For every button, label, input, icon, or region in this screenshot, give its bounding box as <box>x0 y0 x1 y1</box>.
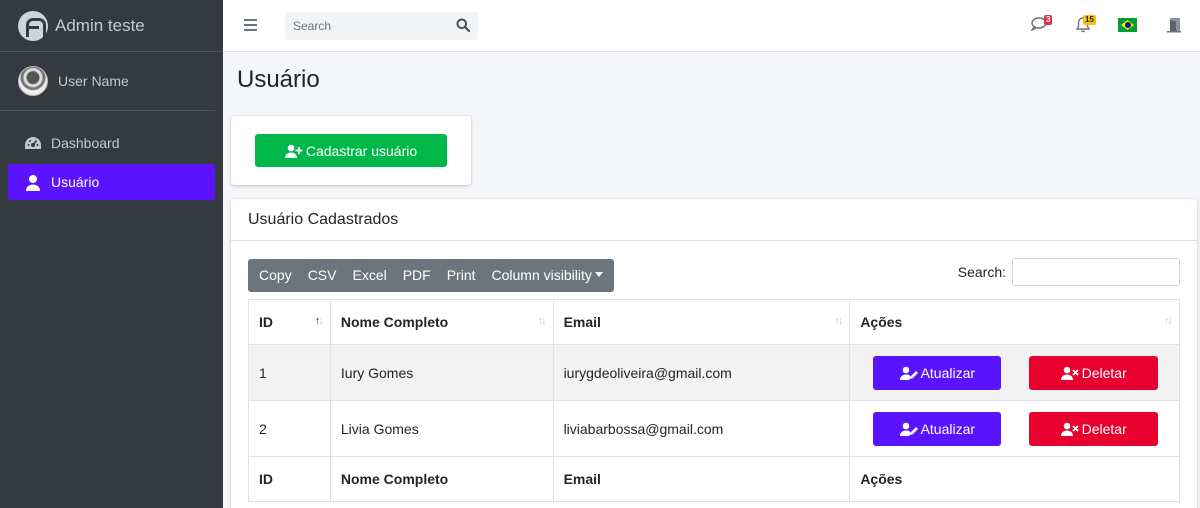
cell-actions: Atualizar Deletar <box>849 400 1180 457</box>
caret-down-icon <box>594 272 603 278</box>
column-visibility-button[interactable]: Column visibility <box>484 259 611 292</box>
column-header-id[interactable]: ID ↑↓ <box>248 299 331 345</box>
user-icon <box>24 173 42 191</box>
update-button[interactable]: Atualizar <box>873 355 1002 390</box>
table-search-label: Search: <box>957 264 1006 280</box>
user-times-icon <box>1060 422 1079 436</box>
column-header-label: ID <box>259 314 273 330</box>
cell-id: 1 <box>248 344 331 401</box>
user-name: User Name <box>58 73 129 89</box>
footer-header-email: Email <box>552 456 851 502</box>
column-header-acoes[interactable]: Ações ↑↓ <box>849 299 1180 345</box>
column-header-email[interactable]: Email ↑↓ <box>552 299 851 345</box>
notifications-button[interactable]: 15 <box>1075 15 1096 36</box>
navbar-search <box>285 12 478 40</box>
brazil-flag-icon[interactable] <box>1118 18 1137 32</box>
tachometer-icon <box>24 134 42 152</box>
add-user-label: Cadastrar usuário <box>305 142 418 159</box>
print-button[interactable]: Print <box>439 259 484 292</box>
logout-button[interactable] <box>1166 17 1182 36</box>
sort-icon: ↑↓ <box>537 315 547 327</box>
column-visibility-label: Column visibility <box>491 267 592 283</box>
brand-link[interactable]: Admin teste <box>0 0 223 52</box>
user-edit-icon <box>899 366 918 380</box>
users-table-card: Usuário Cadastrados Copy CSV Excel PDF P… <box>231 199 1197 508</box>
delete-button[interactable]: Deletar <box>1029 355 1159 390</box>
sort-icon: ↑↓ <box>834 315 843 327</box>
user-plus-icon <box>284 144 303 158</box>
sidebar-nav: Dashboard Usuário <box>0 111 223 200</box>
brand-logo-icon <box>18 10 48 41</box>
cell-email: iurygdeoliveira@gmail.com <box>552 344 851 401</box>
update-button[interactable]: Atualizar <box>873 411 1002 446</box>
sidebar-item-label: Dashboard <box>51 135 120 151</box>
footer-header-id: ID <box>248 456 331 502</box>
card-title: Usuário Cadastrados <box>231 199 1197 241</box>
cell-email: liviabarbossa@gmail.com <box>552 400 851 457</box>
sidebar-item-dashboard[interactable]: Dashboard <box>8 125 215 161</box>
export-buttons: Copy CSV Excel PDF Print Column visibili… <box>248 259 614 292</box>
sort-asc-icon: ↑↓ <box>314 315 324 327</box>
door-exit-icon <box>1166 18 1182 36</box>
cell-id: 2 <box>248 400 331 457</box>
sidebar: Admin teste User Name Dashboard Usuário <box>0 0 223 508</box>
top-navbar: 3 15 <box>223 0 1200 52</box>
pdf-button[interactable]: PDF <box>395 259 439 292</box>
copy-button[interactable]: Copy <box>251 259 300 292</box>
search-input[interactable] <box>285 13 445 39</box>
table-row: 2 Livia Gomes liviabarbossa@gmail.com At… <box>248 400 1180 457</box>
sidebar-item-usuario[interactable]: Usuário <box>8 164 215 200</box>
update-label: Atualizar <box>920 364 976 381</box>
update-label: Atualizar <box>920 420 976 437</box>
messages-button[interactable]: 3 <box>1030 15 1053 35</box>
delete-label: Deletar <box>1081 420 1127 437</box>
notifications-badge: 15 <box>1083 15 1096 25</box>
cell-name: Livia Gomes <box>329 400 554 457</box>
table-search: Search: <box>958 258 1180 286</box>
users-table: ID ↑↓ Nome Completo ↑↓ Email ↑↓ Ações ↑↓ 1 I… <box>248 299 1180 502</box>
search-icon[interactable] <box>456 18 471 33</box>
excel-button[interactable]: Excel <box>344 259 394 292</box>
table-search-input[interactable] <box>1012 258 1180 286</box>
user-edit-icon <box>899 422 918 436</box>
avatar <box>18 66 48 96</box>
column-header-label: Email <box>563 314 601 330</box>
user-times-icon <box>1060 366 1079 380</box>
user-panel[interactable]: User Name <box>0 52 215 111</box>
cell-actions: Atualizar Deletar <box>849 344 1180 401</box>
csv-button[interactable]: CSV <box>300 259 345 292</box>
sidebar-item-label: Usuário <box>51 174 100 190</box>
table-row: 1 Iury Gomes iurygdeoliveira@gmail.com A… <box>248 344 1180 401</box>
page-title: Usuário <box>237 66 320 93</box>
column-header-label: Nome Completo <box>340 314 449 330</box>
messages-badge: 3 <box>1044 15 1053 25</box>
menu-toggle-icon[interactable] <box>244 19 257 31</box>
delete-button[interactable]: Deletar <box>1029 411 1159 446</box>
footer-header-name: Nome Completo <box>329 456 554 502</box>
footer-header-acoes: Ações <box>849 456 1180 502</box>
column-header-label: Ações <box>860 314 903 330</box>
brand-title: Admin teste <box>55 15 145 35</box>
add-user-button[interactable]: Cadastrar usuário <box>255 134 447 167</box>
column-header-name[interactable]: Nome Completo ↑↓ <box>329 299 554 345</box>
cell-name: Iury Gomes <box>329 344 554 401</box>
add-user-card: Cadastrar usuário <box>231 116 471 185</box>
delete-label: Deletar <box>1081 364 1127 381</box>
sort-icon: ↑↓ <box>1164 315 1173 327</box>
